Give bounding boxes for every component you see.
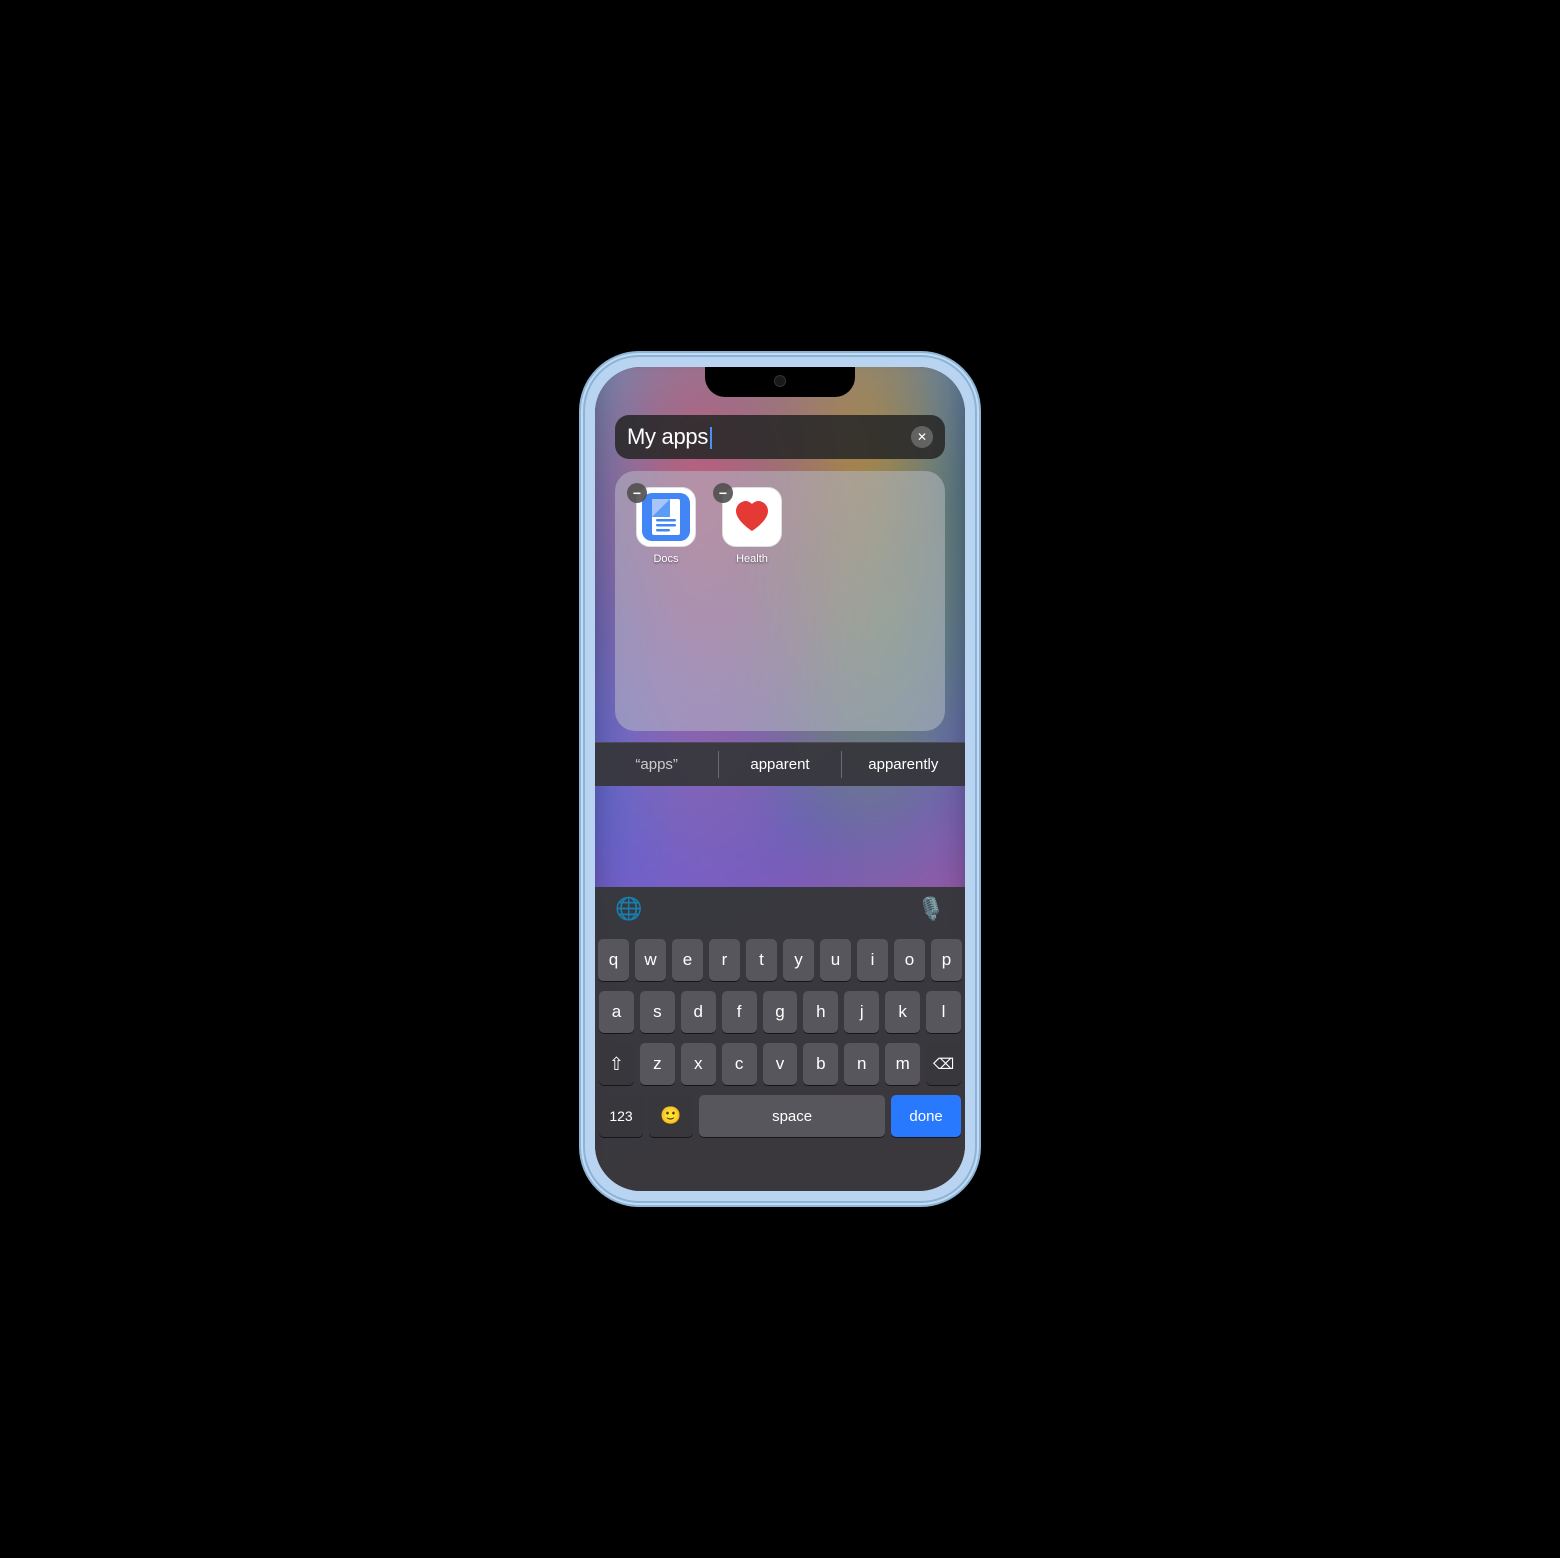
shift-key[interactable]: ⇧ [599, 1043, 634, 1085]
numbers-key[interactable]: 123 [599, 1095, 643, 1137]
autocorrect-item-1[interactable]: apparent [718, 743, 841, 786]
key-p[interactable]: p [931, 939, 962, 981]
key-z[interactable]: z [640, 1043, 675, 1085]
app-minus-health[interactable]: − [713, 483, 733, 503]
search-text-value: My apps [627, 424, 708, 449]
globe-icon[interactable]: 🌐 [615, 895, 643, 923]
key-w[interactable]: w [635, 939, 666, 981]
app-item-health[interactable]: − Health [717, 487, 787, 565]
key-b[interactable]: b [803, 1043, 838, 1085]
front-camera [774, 375, 786, 387]
key-n[interactable]: n [844, 1043, 879, 1085]
emoji-key[interactable]: 🙂 [649, 1095, 693, 1137]
key-f[interactable]: f [722, 991, 757, 1033]
search-bar[interactable]: My apps ✕ [615, 415, 945, 459]
key-s[interactable]: s [640, 991, 675, 1033]
key-k[interactable]: k [885, 991, 920, 1033]
search-clear-button[interactable]: ✕ [911, 426, 933, 448]
key-u[interactable]: u [820, 939, 851, 981]
docs-svg [642, 493, 690, 541]
phone-device: My apps ✕ − [585, 357, 975, 1201]
notch [705, 367, 855, 397]
key-d[interactable]: d [681, 991, 716, 1033]
space-key[interactable]: space [699, 1095, 885, 1137]
text-cursor [710, 427, 712, 449]
phone-screen: My apps ✕ − [595, 367, 965, 1191]
key-x[interactable]: x [681, 1043, 716, 1085]
key-j[interactable]: j [844, 991, 879, 1033]
app-label-health: Health [736, 553, 768, 565]
key-y[interactable]: y [783, 939, 814, 981]
autocorrect-item-2[interactable]: apparently [842, 743, 965, 786]
keyboard-row-2: a s d f g h j k l [599, 991, 961, 1033]
key-h[interactable]: h [803, 991, 838, 1033]
key-m[interactable]: m [885, 1043, 920, 1085]
health-svg [728, 493, 776, 541]
key-v[interactable]: v [763, 1043, 798, 1085]
done-key[interactable]: done [891, 1095, 961, 1137]
keyboard-row-4: 123 🙂 space done [599, 1095, 961, 1137]
app-item-docs[interactable]: − Docs [631, 487, 701, 565]
autocorrect-bar: “apps” apparent apparently [595, 742, 965, 786]
keyboard-row-1: q w e r t y u i o p [599, 939, 961, 981]
app-label-docs: Docs [653, 553, 678, 565]
key-o[interactable]: o [894, 939, 925, 981]
key-t[interactable]: t [746, 939, 777, 981]
keyboard: q w e r t y u i o p a s d f g h j k [595, 931, 965, 1191]
key-r[interactable]: r [709, 939, 740, 981]
key-g[interactable]: g [763, 991, 798, 1033]
key-a[interactable]: a [599, 991, 634, 1033]
keyboard-row-3: ⇧ z x c v b n m ⌫ [599, 1043, 961, 1085]
key-i[interactable]: i [857, 939, 888, 981]
key-q[interactable]: q [598, 939, 629, 981]
app-minus-docs[interactable]: − [627, 483, 647, 503]
apps-container: − Docs − [615, 471, 945, 731]
keyboard-accessory-bar: 🌐 🎙️ [595, 887, 965, 931]
search-input[interactable]: My apps [627, 424, 911, 450]
key-e[interactable]: e [672, 939, 703, 981]
key-l[interactable]: l [926, 991, 961, 1033]
backspace-key[interactable]: ⌫ [926, 1043, 961, 1085]
key-c[interactable]: c [722, 1043, 757, 1085]
mic-icon[interactable]: 🎙️ [917, 895, 945, 923]
autocorrect-item-0[interactable]: “apps” [595, 743, 718, 786]
